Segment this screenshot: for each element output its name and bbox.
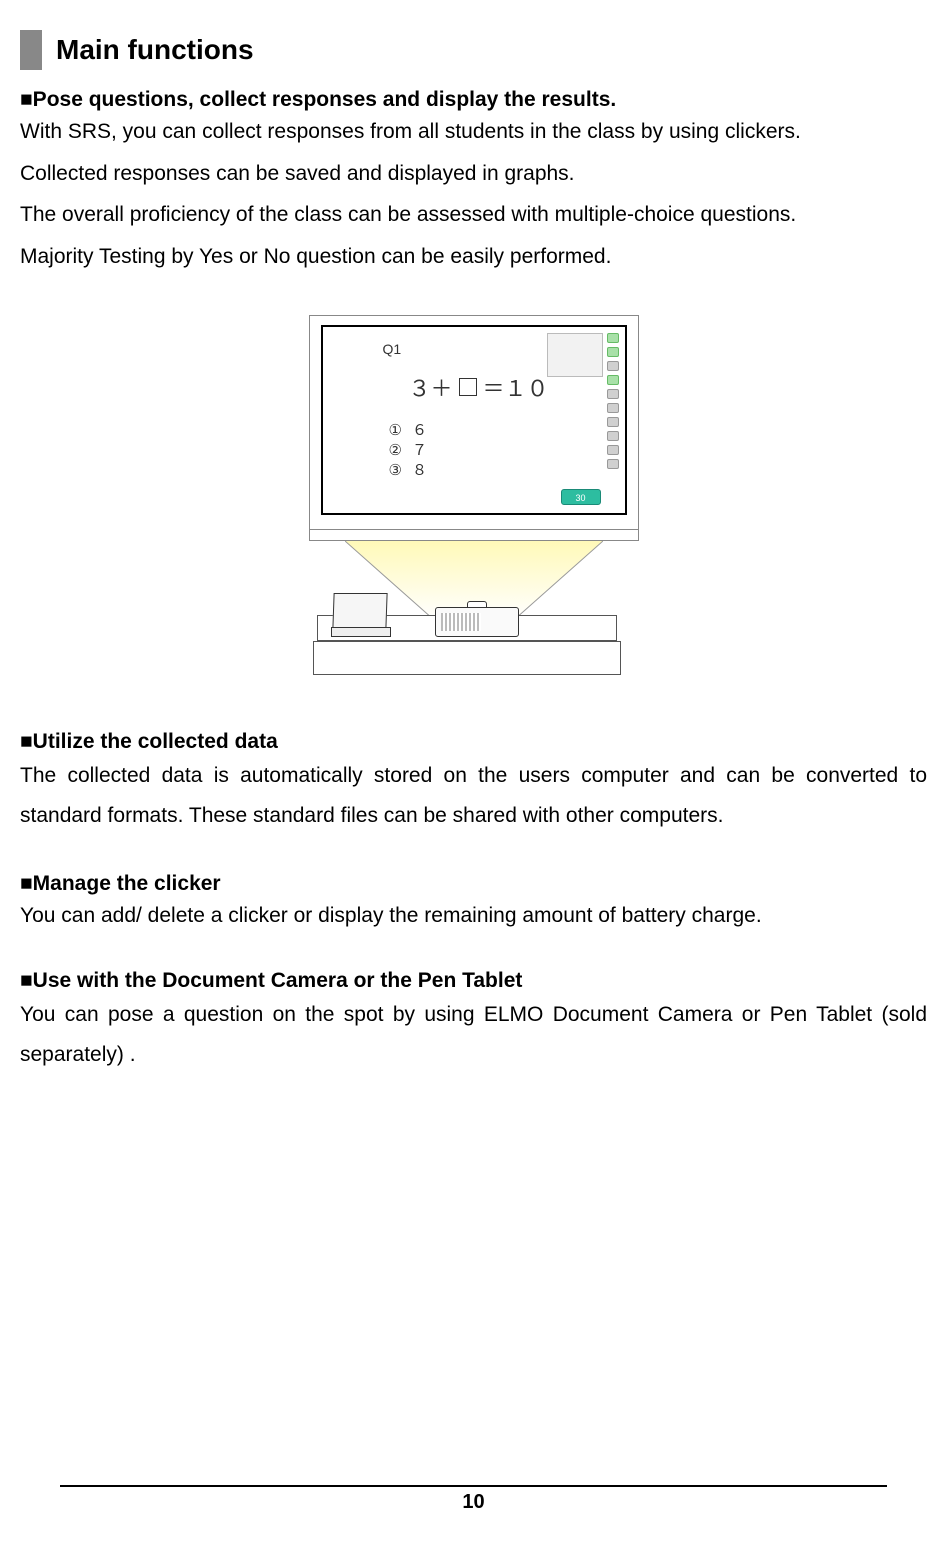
page-title: Main functions — [56, 34, 254, 66]
section-body: You can pose a question on the spot by u… — [20, 995, 927, 1075]
tool-icon — [607, 431, 619, 441]
tool-icon — [607, 375, 619, 385]
choice-item: ① ６ — [389, 421, 427, 441]
choice-item: ③ ８ — [389, 461, 427, 481]
question-label: Q1 — [383, 341, 402, 357]
section-body: Collected responses can be saved and dis… — [20, 156, 927, 192]
section-heading-manage: ■Manage the clicker — [20, 872, 927, 896]
toolbar-panel-icon — [547, 333, 603, 377]
page-title-block: Main functions — [20, 30, 927, 70]
tool-icon — [607, 445, 619, 455]
page-number: 10 — [60, 1491, 887, 1514]
whiteboard-ledge — [309, 529, 639, 541]
tool-icon — [607, 459, 619, 469]
section-body: Majority Testing by Yes or No question c… — [20, 239, 927, 275]
projector-vents-icon — [441, 613, 481, 631]
choice-num: ① — [389, 421, 402, 441]
tool-icon — [607, 333, 619, 343]
projector-illustration: Q1 ３＋ ＝１０ ① ６ ② ７ ③ ８ — [309, 315, 639, 680]
choice-val: ６ — [412, 421, 427, 441]
section-heading-doccam: ■Use with the Document Camera or the Pen… — [20, 969, 927, 993]
desk-front — [313, 641, 621, 675]
footer-divider — [60, 1485, 887, 1487]
section-body: You can add/ delete a clicker or display… — [20, 898, 927, 934]
tool-icon — [607, 403, 619, 413]
choice-item: ② ７ — [389, 441, 427, 461]
tool-icon — [607, 347, 619, 357]
tool-icon — [607, 389, 619, 399]
projected-screen: Q1 ３＋ ＝１０ ① ６ ② ７ ③ ８ — [321, 325, 627, 515]
choice-val: ８ — [412, 461, 427, 481]
choice-num: ③ — [389, 461, 402, 481]
title-accent-bar — [20, 30, 42, 70]
equation-blank-box-icon — [459, 378, 477, 396]
equation-right: ＝１０ — [483, 371, 549, 403]
tool-icon — [607, 361, 619, 371]
illustration-container: Q1 ３＋ ＝１０ ① ６ ② ７ ③ ８ — [20, 315, 927, 680]
side-toolbar-icons — [607, 333, 621, 469]
choice-num: ② — [389, 441, 402, 461]
tool-icon — [607, 417, 619, 427]
section-body: With SRS, you can collect responses from… — [20, 114, 927, 150]
page-footer: 10 — [60, 1485, 887, 1514]
section-body: The overall proficiency of the class can… — [20, 197, 927, 233]
choice-list: ① ６ ② ７ ③ ８ — [389, 421, 427, 482]
equation-left: ３＋ — [409, 371, 453, 403]
section-body: The collected data is automatically stor… — [20, 756, 927, 836]
laptop-icon — [332, 593, 387, 629]
equation: ３＋ ＝１０ — [409, 371, 549, 403]
counter-badge: 30 — [561, 489, 601, 505]
laptop-base-icon — [331, 627, 391, 637]
section-heading-pose: ■Pose questions, collect responses and d… — [20, 88, 927, 112]
section-heading-utilize: ■Utilize the collected data — [20, 730, 927, 754]
choice-val: ７ — [412, 441, 427, 461]
